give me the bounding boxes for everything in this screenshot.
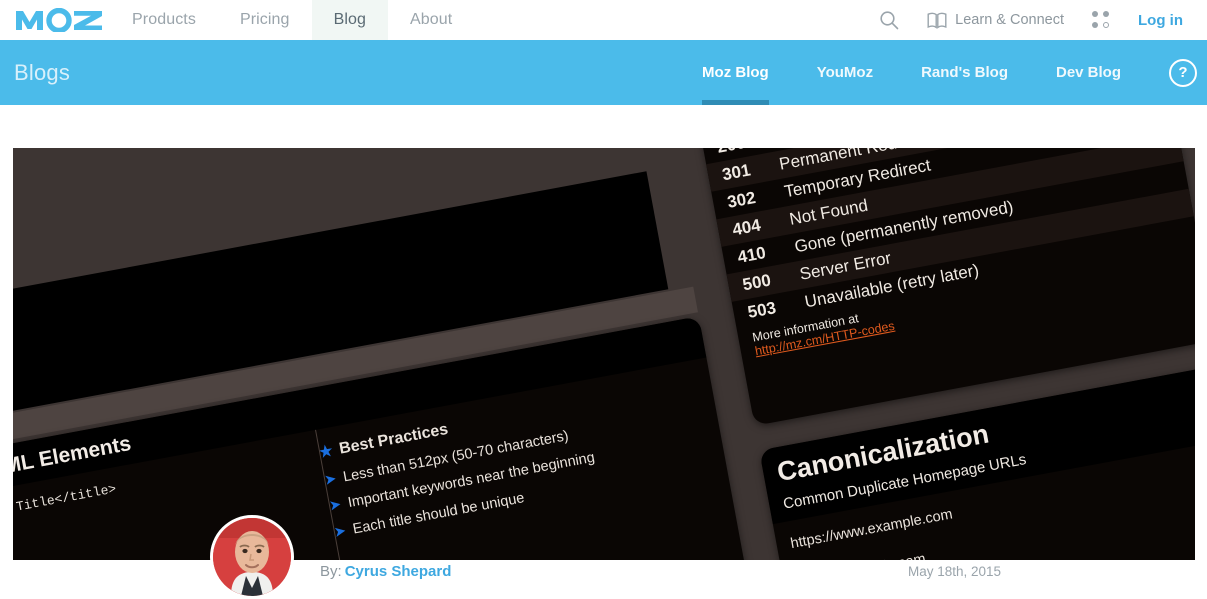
nav-label: Products [132,11,196,28]
card-webmaster-tools: http://www.bing.com/ Yandex Webmaster ht… [1192,148,1195,176]
nav-item-products[interactable]: Products [110,0,218,40]
publish-date: May 18th, 2015 [908,564,1002,579]
tab-moz-blog[interactable]: Moz Blog [678,40,793,105]
help-circle-icon[interactable]: ? [1169,58,1197,87]
article-byline: By: Cyrus Shepard May 18th, 2015 [0,515,1207,599]
nav-label: About [410,11,453,28]
dot-hollow [1103,22,1109,28]
hero-image[interactable]: ant HTML Elements tle>Page Title</title>… [13,148,1195,560]
book-icon [927,12,947,29]
search-icon [880,11,899,30]
nav-item-blog[interactable]: Blog [311,0,388,40]
apps-menu-button[interactable] [1078,0,1124,40]
tab-youmoz[interactable]: YouMoz [793,40,897,105]
author-avatar[interactable] [210,515,294,599]
byline-text: By: Cyrus Shepard [320,563,451,580]
blog-tabs: Moz Blog YouMoz Rand's Blog Dev Blog ? [678,40,1207,105]
main-nav-items: Products Pricing Blog About [110,0,474,40]
blogs-subheader: Blogs Moz Blog YouMoz Rand's Blog Dev Bl… [0,40,1207,105]
moz-logo-link[interactable] [0,0,110,40]
learn-and-connect-link[interactable]: Learn & Connect [913,0,1078,40]
tab-label: Rand's Blog [921,64,1008,81]
page-title: Blogs [14,59,71,85]
by-label: By: [320,563,342,580]
tab-label: YouMoz [816,64,874,81]
learn-and-connect-label: Learn & Connect [955,12,1064,28]
search-button[interactable] [865,0,913,40]
nav-item-pricing[interactable]: Pricing [218,0,312,40]
hero-infographic: ant HTML Elements tle>Page Title</title>… [13,148,1195,560]
login-link[interactable]: Log in [1124,12,1189,29]
dot [1092,22,1098,28]
top-navigation-bar: Products Pricing Blog About Learn & Conn… [0,0,1207,40]
apps-grid-icon [1092,11,1110,29]
tab-label: Dev Blog [1055,64,1121,81]
nav-item-about[interactable]: About [388,0,474,40]
avatar-photo [213,518,291,596]
tab-rands-blog[interactable]: Rand's Blog [897,40,1032,105]
tab-dev-blog[interactable]: Dev Blog [1032,40,1145,105]
nav-label: Blog [333,11,366,28]
moz-logo [16,8,102,32]
nav-right-group: Learn & Connect Log in [865,0,1207,40]
author-link[interactable]: Cyrus Shepard [345,563,452,580]
nav-label: Pricing [239,11,290,28]
dot [1103,11,1109,17]
dot [1092,11,1098,17]
tab-label: Moz Blog [702,64,769,81]
